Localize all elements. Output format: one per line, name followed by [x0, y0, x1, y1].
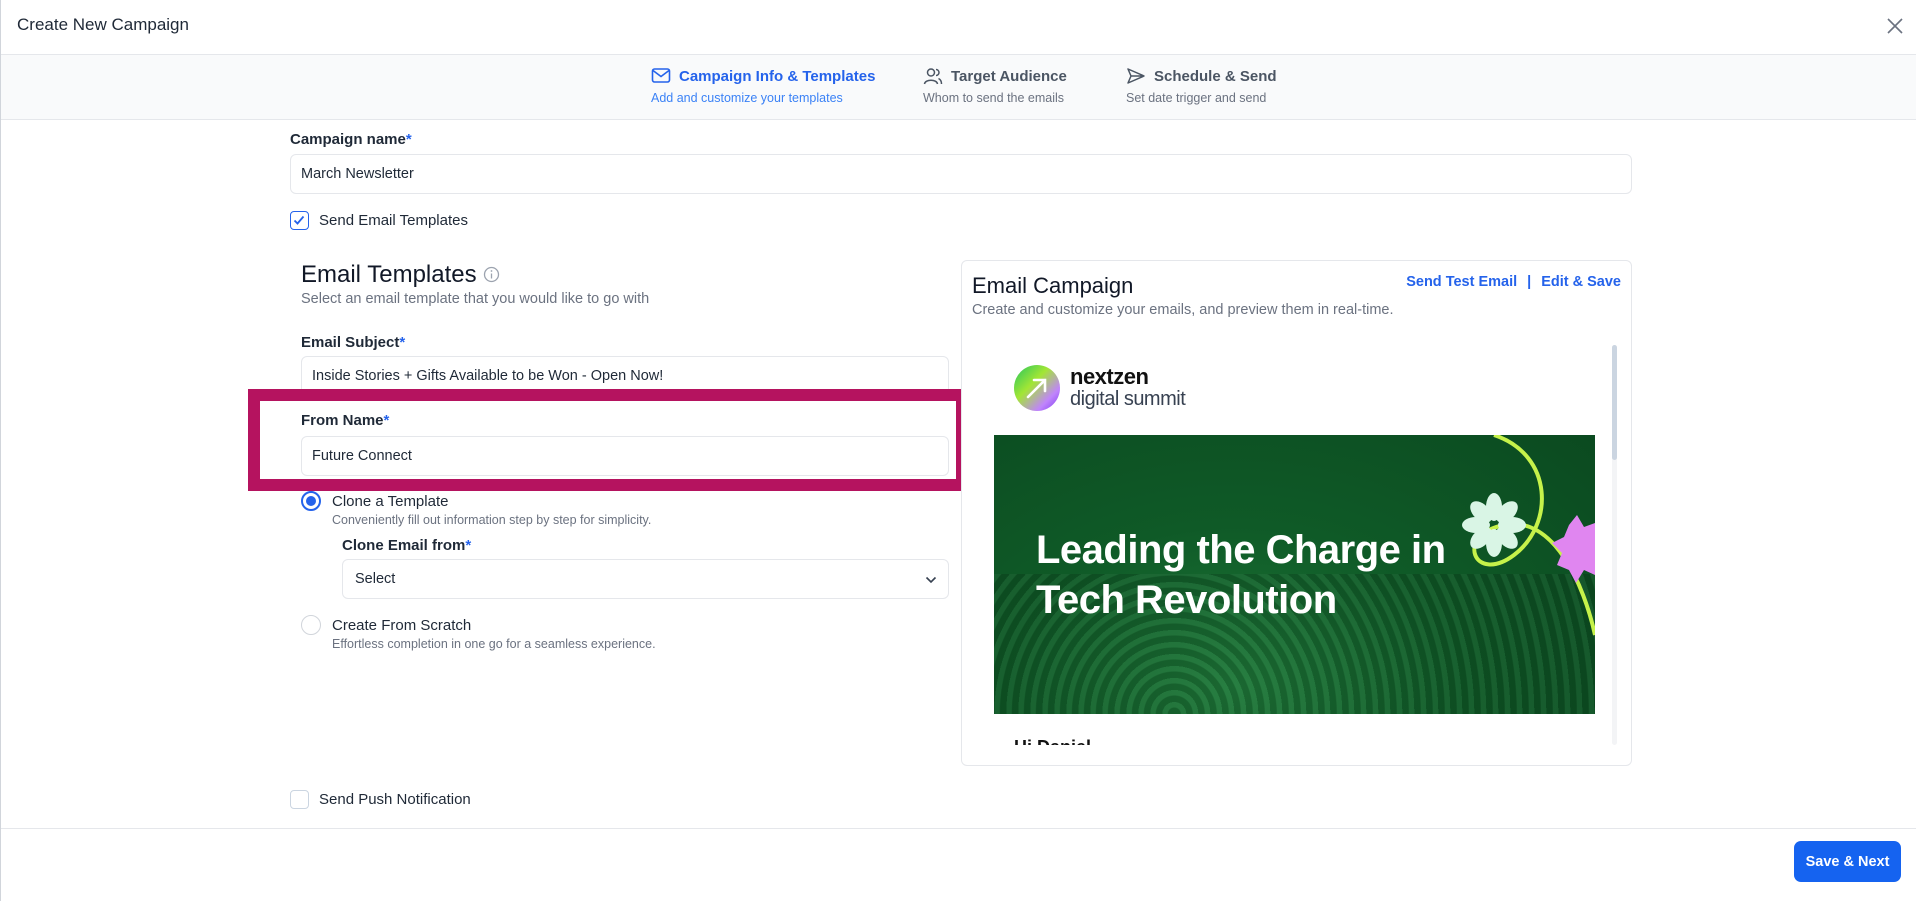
preview-scrollbar[interactable]: [1612, 345, 1617, 745]
clone-template-description: Conveniently fill out information step b…: [332, 513, 652, 527]
logo-text-secondary: digital summit: [1070, 388, 1186, 410]
campaign-name-label: Campaign name*: [290, 131, 412, 148]
label-text: Email Subject: [301, 334, 400, 351]
logo-text-primary: nextzen: [1070, 364, 1149, 389]
send-push-notification-checkbox[interactable]: [290, 790, 309, 809]
required-mark: *: [465, 537, 472, 554]
step-target-audience[interactable]: Target Audience Whom to send the emails: [923, 67, 1067, 106]
email-preview-frame[interactable]: nextzen digital summit Leading the Charg…: [994, 345, 1595, 745]
mail-icon: [651, 67, 671, 85]
create-from-scratch-description: Effortless completion in one go for a se…: [332, 637, 656, 651]
scrollbar-thumb[interactable]: [1612, 345, 1617, 460]
email-templates-title: Email Templates: [301, 261, 477, 288]
label-text: Clone Email from: [342, 537, 466, 554]
step-subtitle: Add and customize your templates: [651, 91, 843, 105]
email-banner-image: Leading the Charge in Tech Revolution: [994, 435, 1595, 714]
step-title: Schedule & Send: [1154, 67, 1277, 85]
step-schedule-send[interactable]: Schedule & Send Set date trigger and sen…: [1126, 67, 1277, 106]
email-greeting: Hi Daniel,: [1014, 737, 1096, 745]
info-icon[interactable]: [483, 266, 500, 288]
input-value: Inside Stories + Gifts Available to be W…: [312, 368, 664, 384]
send-email-templates-checkbox[interactable]: [290, 211, 309, 230]
email-templates-subtitle: Select an email template that you would …: [301, 291, 650, 307]
modal-header: Create New Campaign: [1, 0, 1916, 55]
clone-template-radio[interactable]: [301, 491, 321, 511]
highlight-box: [248, 389, 968, 491]
step-title: Campaign Info & Templates: [679, 67, 876, 85]
clone-template-label: Clone a Template: [332, 493, 449, 510]
send-icon: [1126, 67, 1146, 85]
edit-save-link[interactable]: Edit & Save: [1541, 274, 1621, 290]
required-mark: *: [399, 334, 406, 351]
label-text: Campaign name: [290, 131, 406, 148]
users-icon: [923, 67, 943, 85]
step-subtitle: Set date trigger and send: [1126, 91, 1267, 105]
step-subtitle: Whom to send the emails: [923, 91, 1065, 105]
brand-logo: nextzen digital summit: [1014, 364, 1186, 411]
required-mark: *: [383, 412, 390, 429]
chevron-down-icon: [924, 573, 938, 591]
create-from-scratch-radio[interactable]: [301, 615, 321, 635]
email-preview-panel: Email Campaign Create and customize your…: [961, 260, 1632, 766]
check-icon: [293, 215, 305, 225]
campaign-name-input[interactable]: March Newsletter: [290, 154, 1632, 194]
logo-mark: [1014, 365, 1060, 411]
preview-title: Email Campaign: [972, 273, 1134, 298]
label-text: From Name: [301, 412, 384, 429]
preview-subtitle: Create and customize your emails, and pr…: [972, 302, 1394, 318]
modal-title: Create New Campaign: [17, 15, 189, 34]
step-campaign-info[interactable]: Campaign Info & Templates Add and custom…: [651, 67, 876, 106]
create-from-scratch-label: Create From Scratch: [332, 617, 472, 634]
banner-headline: Leading the Charge in Tech Revolution: [1036, 528, 1446, 622]
stepper: Campaign Info & Templates Add and custom…: [1, 55, 1916, 120]
save-next-button[interactable]: Save & Next: [1794, 841, 1901, 882]
send-email-templates-label: Send Email Templates: [319, 212, 468, 229]
input-value: March Newsletter: [301, 166, 414, 182]
required-mark: *: [405, 131, 412, 148]
close-icon[interactable]: [1883, 14, 1907, 38]
clone-email-from-label: Clone Email from*: [342, 537, 471, 554]
step-title: Target Audience: [951, 67, 1067, 85]
send-test-email-link[interactable]: Send Test Email: [1406, 274, 1517, 290]
email-subject-label: Email Subject*: [301, 334, 405, 351]
preview-actions: Send Test Email | Edit & Save: [1406, 274, 1621, 290]
link-separator: |: [1527, 274, 1532, 290]
from-name-label: From Name*: [301, 412, 389, 429]
create-campaign-modal: Create New Campaign Campaign Info & Temp…: [0, 0, 1916, 901]
select-value: Select: [355, 571, 396, 587]
modal-footer: Save & Next: [1, 828, 1916, 901]
clone-email-from-select[interactable]: Select: [342, 559, 949, 599]
send-push-notification-label: Send Push Notification: [319, 791, 471, 808]
